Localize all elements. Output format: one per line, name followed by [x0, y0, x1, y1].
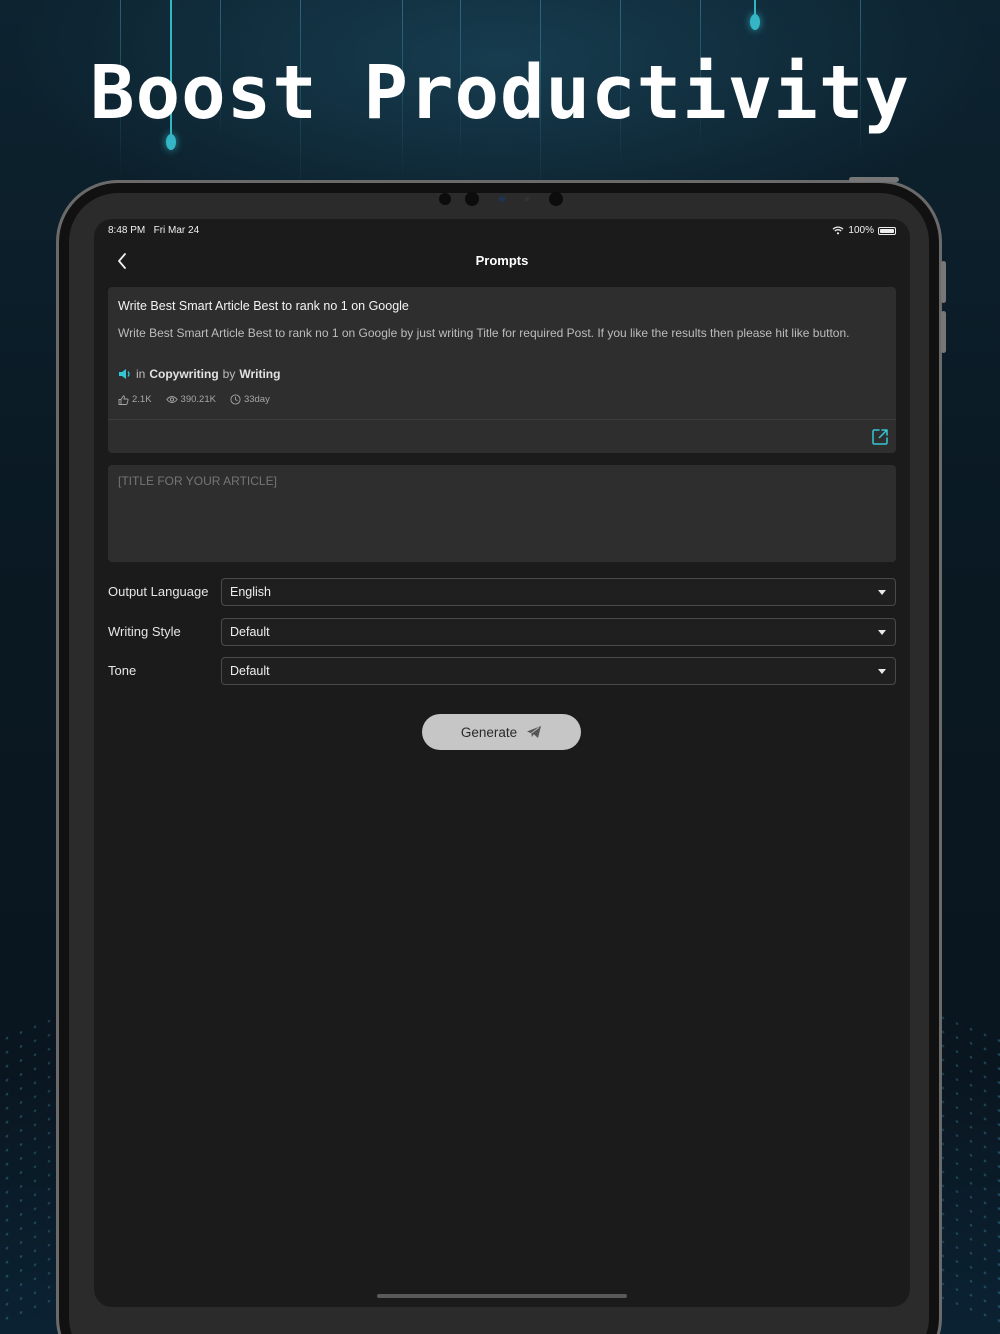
prompt-description: Write Best Smart Article Best to rank no…: [118, 326, 850, 340]
generate-button[interactable]: Generate: [422, 714, 581, 750]
caret-down-icon: [878, 630, 886, 635]
share-button[interactable]: [870, 427, 890, 447]
send-icon: [527, 726, 542, 738]
likes-stat[interactable]: 2.1K: [118, 394, 152, 405]
meta-by-text: by: [222, 367, 236, 381]
tone-row: Tone Default: [108, 657, 896, 685]
writing-style-select[interactable]: Default: [221, 618, 896, 646]
author-link[interactable]: Writing: [239, 367, 280, 381]
status-time-date: 8:48 PM Fri Mar 24: [108, 225, 199, 236]
eye-icon: [165, 396, 178, 403]
prompt-card: Write Best Smart Article Best to rank no…: [108, 287, 896, 453]
battery-icon: [878, 226, 896, 235]
article-title-input[interactable]: [108, 465, 896, 562]
output-language-value: English: [230, 585, 271, 599]
writing-style-value: Default: [230, 625, 270, 639]
status-date: Fri Mar 24: [153, 225, 200, 236]
views-stat: 390.21K: [165, 394, 216, 405]
home-indicator: [377, 1294, 627, 1298]
age-stat: 33day: [230, 394, 270, 405]
caret-down-icon: [878, 669, 886, 674]
likes-count: 2.1K: [132, 394, 152, 405]
prompt-title: Write Best Smart Article Best to rank no…: [118, 299, 409, 313]
clock-icon: [230, 394, 241, 405]
output-language-select[interactable]: English: [221, 578, 896, 606]
app-screen: 8:48 PM Fri Mar 24 100% Prompts Write Be…: [94, 219, 910, 1307]
tone-label: Tone: [108, 663, 137, 678]
writing-style-row: Writing Style Default: [108, 618, 896, 646]
page-title: Prompts: [475, 253, 529, 268]
speaker-icon: [119, 369, 130, 379]
tablet-frame: 8:48 PM Fri Mar 24 100% Prompts Write Be…: [56, 177, 946, 1334]
views-count: 390.21K: [180, 394, 216, 405]
share-icon: [872, 429, 888, 445]
age-value: 33day: [243, 394, 270, 405]
status-bar: 8:48 PM Fri Mar 24 100%: [108, 225, 896, 241]
prompt-stats: 2.1K 390.21K 33day: [118, 394, 270, 405]
thumbs-up-icon: [118, 394, 129, 405]
nav-bar: Prompts: [94, 247, 910, 275]
headline: Boost Productivity: [90, 50, 910, 136]
meta-in-text: in: [136, 367, 146, 381]
tone-value: Default: [230, 664, 270, 678]
status-time: 8:48 PM: [108, 225, 146, 236]
caret-down-icon: [878, 590, 886, 595]
output-language-row: Output Language English: [108, 578, 896, 606]
output-language-label: Output Language: [108, 584, 209, 599]
prompt-meta: in Copywriting by Writing: [118, 367, 280, 381]
writing-style-label: Writing Style: [108, 624, 181, 639]
generate-label: Generate: [460, 724, 518, 740]
battery-percent: 100%: [848, 225, 874, 236]
card-divider: [108, 419, 896, 420]
tone-select[interactable]: Default: [221, 657, 896, 685]
wifi-icon: [832, 226, 844, 235]
category-link[interactable]: Copywriting: [149, 367, 218, 381]
